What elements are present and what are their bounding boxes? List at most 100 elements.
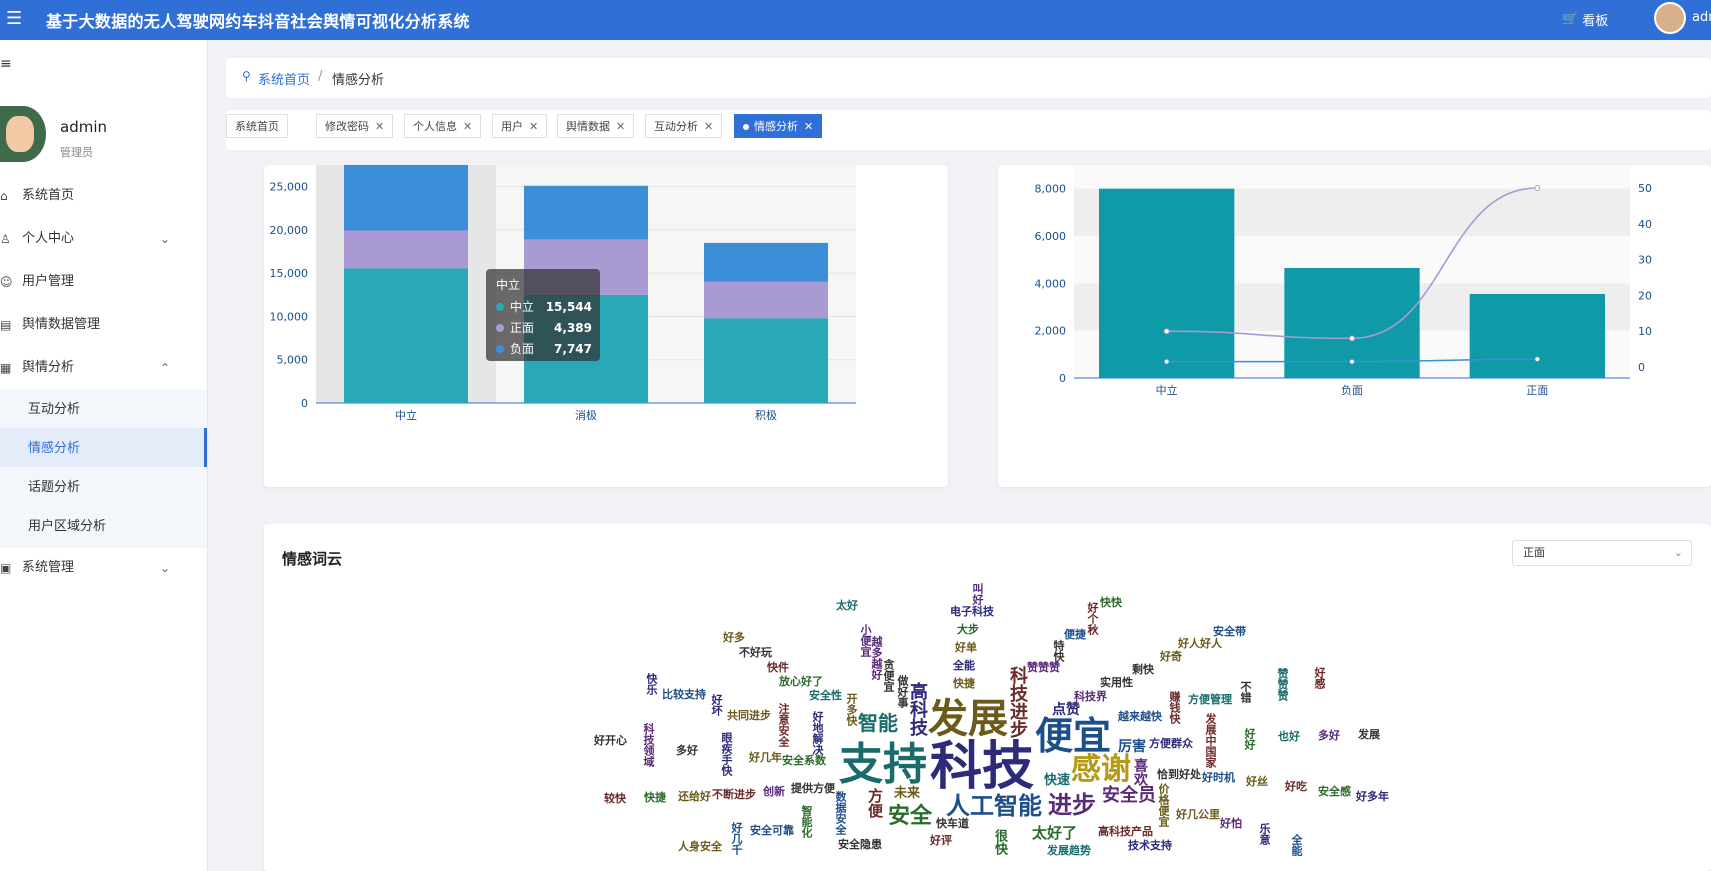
chevron-down-icon: ⌄ (1673, 546, 1683, 559)
wordcloud-word: 便捷 (1064, 628, 1086, 641)
y2-tick-label: 0 (1638, 361, 1645, 374)
wordcloud-word: 特快 (1052, 640, 1065, 662)
users-icon: ☺ (0, 275, 13, 289)
tab-change-password[interactable]: 修改密码 ✕ (316, 114, 394, 138)
wordcloud-word: 安全系数 (782, 754, 826, 767)
wordcloud-word: 快捷 (953, 677, 975, 690)
close-icon[interactable]: ✕ (704, 120, 713, 133)
tooltip-series-name: 中立 (510, 299, 534, 314)
wordcloud-word: 贪便宜 (882, 659, 895, 692)
sidebar-subitem-sentiment[interactable]: 情感分析 (0, 428, 207, 470)
app-title: 基于大数据的无人驾驶网约车抖音社会舆情可视化分析系统 (46, 12, 470, 31)
x-tick-label: 积极 (755, 408, 777, 422)
sidebar-item-data[interactable]: ▤ 舆情数据管理 (0, 304, 207, 346)
sidebar-item-home[interactable]: ⌂ 系统首页 (0, 175, 207, 217)
tab-label: 情感分析 (754, 120, 798, 133)
y2-tick-label: 50 (1638, 182, 1652, 195)
bar-segment (704, 281, 828, 319)
wordcloud-word: 较快 (604, 792, 626, 805)
tooltip-marker (496, 303, 504, 311)
kanban-label: 看板 (1582, 14, 1609, 29)
close-icon[interactable]: ✕ (804, 120, 813, 133)
wordcloud-word: 多好 (1318, 729, 1340, 742)
close-icon[interactable]: ✕ (616, 120, 625, 133)
wordcloud-word: 好吃 (1285, 780, 1307, 793)
wordcloud-word: 很快 (992, 829, 1007, 855)
wordcloud-word: 恰到好处 (1157, 768, 1201, 781)
sidebar-subitem-label: 情感分析 (28, 441, 81, 456)
settings-icon: ▣ (0, 561, 12, 575)
tab-personal-info[interactable]: 个人信息 ✕ (404, 114, 482, 138)
wordcloud-word: 好感 (1313, 667, 1326, 689)
wordcloud-word: 太好 (836, 599, 858, 612)
wordcloud-word: 开多快 (845, 693, 858, 726)
menu-toggle-icon[interactable]: ☰ (6, 8, 22, 29)
tab-sentiment-analysis[interactable]: 情感分析 ✕ (734, 114, 823, 138)
tab-sentiment-data[interactable]: 舆情数据 ✕ (557, 114, 635, 138)
sentiment-select[interactable]: 正面 ⌄ (1512, 540, 1692, 566)
y-tick-label: 0 (1059, 372, 1066, 385)
wordcloud-word: 好怕 (1220, 817, 1242, 830)
wordcloud-word: 安全感 (1318, 785, 1351, 798)
close-icon[interactable]: ✕ (529, 120, 538, 133)
wordcloud-word: 好几年 (749, 751, 782, 764)
sidebar-item-analysis[interactable]: ▦ 舆情分析 ⌃ (0, 347, 207, 389)
tab-users[interactable]: 用户 ✕ (492, 114, 548, 138)
line-point (1349, 335, 1355, 342)
sidebar-item-users[interactable]: ☺ 用户管理 (0, 261, 207, 303)
wordcloud-word: 发展中国家 (1204, 713, 1217, 768)
wordcloud-word: 数据安全 (834, 791, 847, 835)
wordcloud-word: 快件 (767, 661, 789, 674)
tooltip-series-value: 15,544 (546, 300, 592, 314)
x-tick-label: 正面 (1526, 384, 1548, 397)
wordcloud-word: 好丝 (1246, 775, 1268, 788)
wordcloud-word: 电子科技 (950, 605, 994, 618)
tooltip-series-value: 4,389 (554, 321, 592, 335)
watermark: CSDN @ (1310, 820, 1425, 850)
header-avatar[interactable] (1654, 2, 1686, 34)
wordcloud-word: 赞赞赞 (1027, 661, 1060, 674)
wordcloud-word: 安全性 (809, 689, 842, 702)
wordcloud-word: 方便群众 (1149, 737, 1193, 750)
x-tick-label: 负面 (1341, 383, 1363, 397)
wordcloud-word: 共同进步 (727, 709, 771, 722)
bar-line-chart-card: 0 2,000 4,000 6,000 8,000 0 10 20 30 40 50 中立 负面 正面 (998, 165, 1711, 487)
wordcloud-word: 越多越好 (870, 636, 883, 680)
chevron-up-icon: ⌃ (160, 361, 171, 375)
wordcloud-word: 叫好 (971, 583, 984, 605)
tab-label: 个人信息 (413, 120, 457, 133)
sidebar-subitem-interaction[interactable]: 互动分析 (0, 389, 207, 431)
wordcloud-word: 智能化 (800, 805, 813, 838)
wordcloud-word: 高科技产品 (1098, 825, 1153, 838)
sidebar-item-system[interactable]: ▣ 系统管理 ⌄ (0, 547, 207, 589)
kanban-link[interactable]: 🛒 看板 (1562, 10, 1608, 29)
tab-home[interactable]: 系统首页 (226, 114, 288, 138)
breadcrumb-home[interactable]: 系统首页 (258, 69, 310, 88)
y-tick-label: 5,000 (277, 354, 309, 367)
tooltip-marker (496, 324, 504, 332)
sidebar-subitem-region[interactable]: 用户区域分析 (0, 506, 207, 548)
y-tick-label: 0 (301, 397, 308, 410)
close-icon[interactable]: ✕ (375, 120, 384, 133)
collapse-icon[interactable]: ≡ (0, 56, 12, 72)
tooltip-title: 中立 (496, 277, 520, 292)
tab-label: 修改密码 (325, 120, 369, 133)
wordcloud-word: 多好 (676, 744, 698, 757)
wordcloud-word: 安全隐患 (838, 838, 882, 851)
sidebar-item-profile[interactable]: ♙ 个人中心 ⌄ (0, 218, 207, 260)
wordcloud-word: 快速 (1044, 773, 1071, 788)
y-tick-label: 4,000 (1035, 277, 1067, 290)
sidebar-subitem-topic[interactable]: 话题分析 (0, 467, 207, 509)
wordcloud-word: 快快 (1100, 596, 1122, 609)
wordcloud-word: 好几千 (730, 822, 743, 855)
wordcloud-word: 快捷 (644, 791, 666, 804)
wordcloud-word: 方便 (866, 788, 884, 818)
x-tick-label: 中立 (1156, 383, 1178, 397)
y2-tick-label: 30 (1638, 254, 1652, 267)
tab-interaction[interactable]: 互动分析 ✕ (645, 114, 723, 138)
close-icon[interactable]: ✕ (463, 120, 472, 133)
header-username[interactable]: adm (1692, 10, 1711, 25)
wordcloud-word: 好开心 (594, 734, 627, 747)
tags-bar: 系统首页 修改密码 ✕ 个人信息 ✕ 用户 ✕ 舆情数据 ✕ 互动分析 ✕ 情感分析 ✕ (226, 110, 1711, 150)
wordcloud-word: 好评 (930, 834, 952, 847)
